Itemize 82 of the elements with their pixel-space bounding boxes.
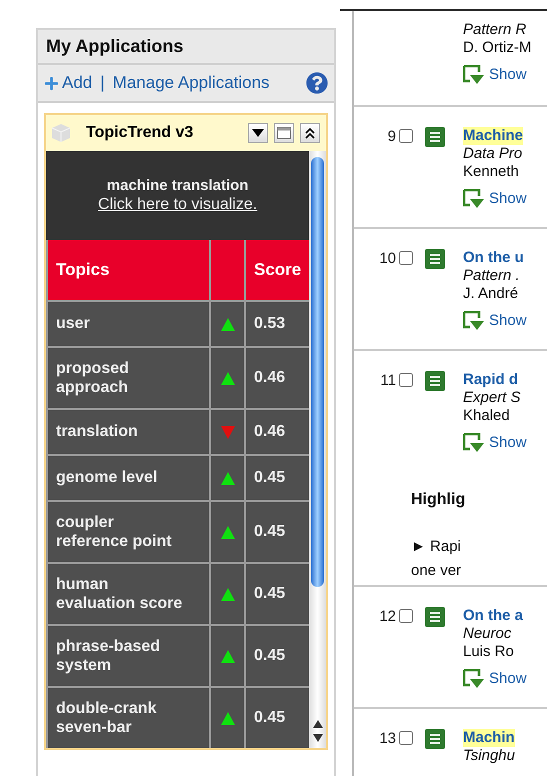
score-cell: 0.45 (246, 688, 310, 748)
add-link[interactable]: Add (44, 73, 92, 93)
plus-icon (44, 76, 59, 90)
document-icon[interactable] (425, 729, 445, 749)
visualize-link[interactable]: Click here to visualize. (98, 196, 258, 214)
result-source: Pattern . (463, 267, 521, 285)
manage-link[interactable]: Manage Applications (112, 73, 270, 93)
topic-cell: user (48, 302, 209, 346)
score-cell: 0.45 (246, 456, 310, 500)
result-source: Expert S (463, 389, 522, 407)
document-icon[interactable] (425, 607, 445, 627)
result-source: Tsinghu (463, 747, 515, 765)
topic-cell: double-crank seven-bar (48, 688, 209, 748)
expand-icon (463, 65, 485, 85)
result-number: 13 (378, 729, 396, 749)
document-icon[interactable] (425, 127, 445, 147)
help-icon[interactable] (306, 72, 328, 94)
cube-icon (50, 122, 72, 144)
expand-icon (463, 311, 485, 331)
result-number: 9 (386, 127, 396, 147)
caret-icon (252, 129, 264, 137)
scroll-up-icon[interactable] (312, 720, 323, 728)
show-link[interactable]: Show (463, 65, 532, 85)
result-title-link[interactable]: Machine (463, 127, 524, 145)
topic-cell: human evaluation score (48, 564, 209, 624)
topic-cell: coupler reference point (48, 502, 209, 562)
show-link[interactable]: Show (463, 311, 527, 331)
result-authors: Khaled (463, 407, 511, 425)
window-icon (277, 127, 291, 139)
column-header: Topics (48, 240, 209, 300)
expand-icon (463, 189, 485, 209)
result-title-link[interactable]: On the a (463, 607, 524, 625)
result-title-link[interactable]: Machin (463, 729, 515, 747)
score-cell: 0.45 (246, 626, 310, 686)
panel-title: My Applications (38, 30, 334, 65)
widget-title: TopicTrend v3 (86, 124, 194, 142)
result-authors: Kenneth (463, 163, 520, 181)
result-title-link[interactable]: Rapid d (463, 371, 518, 389)
highlights-heading: Highlig (411, 491, 466, 509)
result-title-link[interactable]: On the u (463, 249, 524, 267)
result-authors: Luis Ro (463, 643, 515, 661)
topic-cell: translation (48, 410, 209, 454)
scroll-down-icon[interactable] (312, 734, 323, 742)
maximize-button[interactable] (274, 123, 294, 143)
result-number: 11 (379, 371, 396, 391)
dropdown-button[interactable] (248, 123, 268, 143)
result-source: Pattern R (463, 21, 528, 39)
document-icon[interactable] (425, 249, 445, 269)
topic-cell: genome level (48, 456, 209, 500)
result-authors: J. André (463, 285, 520, 303)
column-header: Score (246, 240, 310, 300)
highlight-text: one ver (411, 561, 462, 581)
expand-icon (463, 433, 485, 453)
result-checkbox[interactable] (399, 373, 413, 387)
result-authors: D. Ortiz-M (463, 39, 532, 57)
document-icon[interactable] (425, 371, 445, 391)
chevrons-up-icon (305, 127, 315, 139)
show-link[interactable]: Show (463, 189, 527, 209)
expand-icon (463, 669, 485, 689)
show-link[interactable]: Show (463, 433, 527, 453)
result-checkbox[interactable] (399, 129, 413, 143)
scrollbar[interactable] (309, 151, 326, 748)
result-number: 10 (378, 249, 396, 269)
query-text: machine translation (106, 177, 248, 194)
result-source: Data Pro (463, 145, 524, 163)
result-checkbox[interactable] (399, 609, 413, 623)
highlight-text: ► Rapi (411, 537, 462, 557)
collapse-button[interactable] (300, 123, 320, 143)
column-header (211, 240, 244, 300)
score-cell: 0.46 (246, 410, 310, 454)
score-cell: 0.45 (246, 502, 310, 562)
score-cell: 0.53 (246, 302, 310, 346)
result-checkbox[interactable] (399, 251, 413, 265)
separator: | (100, 73, 105, 93)
result-number: 12 (378, 607, 396, 627)
topic-cell: phrase-based system (48, 626, 209, 686)
result-checkbox[interactable] (399, 731, 413, 745)
score-cell: 0.46 (246, 348, 310, 408)
topic-cell: proposed approach (48, 348, 209, 408)
result-source: Neuroc (463, 625, 512, 643)
score-cell: 0.45 (246, 564, 310, 624)
show-link[interactable]: Show (463, 669, 527, 689)
